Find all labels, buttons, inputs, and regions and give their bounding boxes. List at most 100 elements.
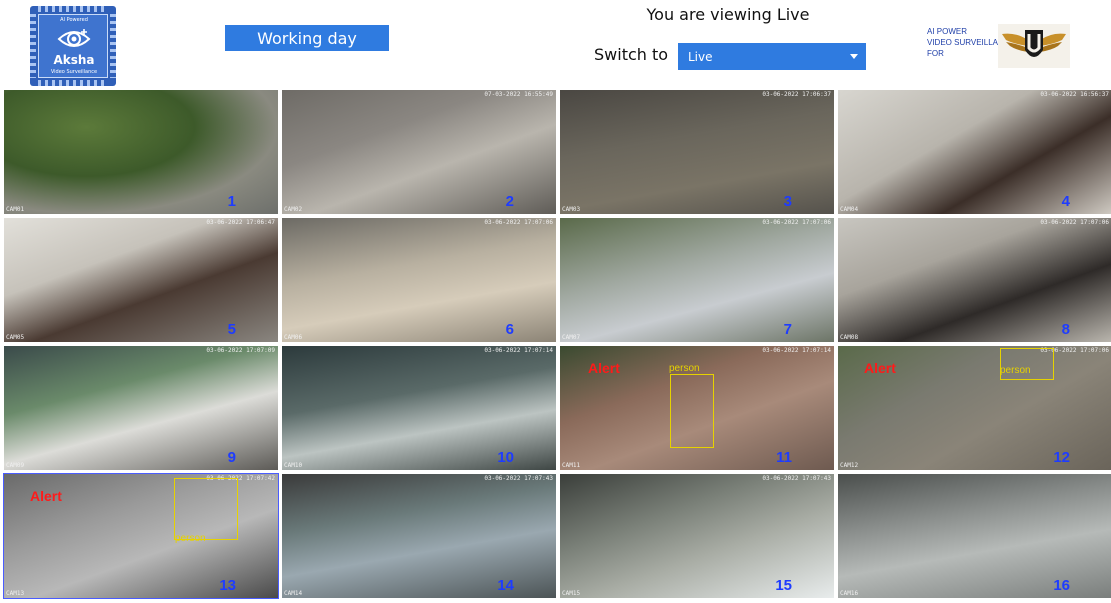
- camera-id-label: CAM14: [284, 590, 303, 597]
- detection-box: person: [174, 478, 238, 544]
- camera-id-label: CAM16: [840, 590, 859, 597]
- detection-label: person: [1000, 365, 1031, 376]
- camera-feed-image: [560, 90, 834, 214]
- camera-number: 15: [775, 577, 792, 594]
- camera-number: 16: [1053, 577, 1070, 594]
- detection-box: person: [669, 363, 714, 448]
- camera-tile[interactable]: 07-03-2022 16:55:49 CAM02 2: [281, 89, 557, 215]
- camera-grid: CAM01 1 07-03-2022 16:55:49 CAM02 2 03-06-202…: [3, 89, 1111, 601]
- camera-id-label: CAM13: [6, 590, 25, 597]
- logo-pins-right: [110, 14, 116, 78]
- camera-feed-image: [282, 474, 556, 598]
- camera-timestamp: 03-06-2022 17:07:14: [762, 347, 831, 354]
- chevron-down-icon: [850, 54, 858, 59]
- camera-tile[interactable]: CAM16 16: [837, 473, 1111, 599]
- camera-number: 1: [227, 193, 236, 210]
- camera-tile[interactable]: 03-06-2022 16:56:37 CAM04 4: [837, 89, 1111, 215]
- working-day-button[interactable]: Working day: [225, 25, 389, 51]
- camera-tile[interactable]: 03-06-2022 17:07:14 CAM10 10: [281, 345, 557, 471]
- camera-feed-image: [282, 346, 556, 470]
- camera-id-label: CAM08: [840, 334, 859, 341]
- logo-pins-left: [30, 14, 36, 78]
- camera-timestamp: 03-06-2022 17:07:06: [1040, 219, 1109, 226]
- camera-timestamp: 03-06-2022 17:07:14: [484, 347, 553, 354]
- camera-feed-image: [560, 218, 834, 342]
- camera-tile[interactable]: 03-06-2022 17:07:42 CAM13 13 Alert person: [3, 473, 279, 599]
- camera-id-label: CAM09: [6, 462, 25, 469]
- camera-tile[interactable]: 03-06-2022 17:06:47 CAM05 5: [3, 217, 279, 343]
- alert-label: Alert: [30, 488, 62, 504]
- top-header: AI Powered Aksha Video Surveillance Work…: [0, 0, 1111, 89]
- camera-tile[interactable]: CAM01 1: [3, 89, 279, 215]
- logo-chip: AI Powered Aksha Video Surveillance: [38, 14, 108, 78]
- logo-pins-top: [38, 6, 108, 12]
- camera-tile[interactable]: 03-06-2022 17:07:06 CAM08 8: [837, 217, 1111, 343]
- detection-box: person: [1000, 348, 1054, 380]
- alert-label: Alert: [864, 360, 896, 376]
- camera-tile[interactable]: 03-06-2022 17:07:14 CAM11 11 Alert person: [559, 345, 835, 471]
- eye-icon: [57, 29, 91, 47]
- camera-feed-image: [282, 90, 556, 214]
- winged-shield-logo: [998, 24, 1070, 68]
- camera-number: 13: [219, 577, 236, 594]
- camera-id-label: CAM11: [562, 462, 581, 469]
- camera-id-label: CAM10: [284, 462, 303, 469]
- camera-number: 10: [497, 449, 514, 466]
- camera-timestamp: 03-06-2022 17:07:09: [206, 347, 275, 354]
- camera-timestamp: 03-06-2022 17:07:06: [762, 219, 831, 226]
- logo-tag: AI Powered: [60, 17, 88, 23]
- camera-tile[interactable]: 03-06-2022 17:07:43 CAM14 14: [281, 473, 557, 599]
- camera-tile[interactable]: 03-06-2022 17:06:37 CAM03 3: [559, 89, 835, 215]
- camera-number: 7: [783, 321, 792, 338]
- camera-feed-image: [838, 474, 1111, 598]
- camera-feed-image: [4, 218, 278, 342]
- camera-feed-image: [838, 90, 1111, 214]
- camera-timestamp: 07-03-2022 16:55:49: [484, 91, 553, 98]
- camera-number: 4: [1061, 193, 1070, 210]
- camera-number: 2: [505, 193, 514, 210]
- camera-number: 11: [776, 449, 792, 466]
- aksha-logo: AI Powered Aksha Video Surveillance: [30, 6, 116, 86]
- camera-timestamp: 03-06-2022 17:07:43: [484, 475, 553, 482]
- camera-feed-image: [4, 90, 278, 214]
- switch-to-label: Switch to: [594, 45, 669, 64]
- camera-feed-image: [560, 474, 834, 598]
- logo-pins-bottom: [38, 80, 108, 86]
- camera-id-label: CAM05: [6, 334, 25, 341]
- alert-label: Alert: [588, 360, 620, 376]
- camera-id-label: CAM06: [284, 334, 303, 341]
- camera-id-label: CAM01: [6, 206, 25, 213]
- camera-id-label: CAM12: [840, 462, 859, 469]
- camera-timestamp: 03-06-2022 17:07:43: [762, 475, 831, 482]
- winged-shield-icon: [1002, 30, 1066, 57]
- camera-feed-image: [4, 346, 278, 470]
- camera-number: 3: [783, 193, 792, 210]
- camera-timestamp: 03-06-2022 17:07:06: [484, 219, 553, 226]
- camera-number: 6: [505, 321, 514, 338]
- camera-number: 14: [497, 577, 514, 594]
- camera-number: 8: [1061, 321, 1070, 338]
- logo-name: Aksha: [53, 53, 95, 67]
- camera-tile[interactable]: 03-06-2022 17:07:06 CAM06 6: [281, 217, 557, 343]
- viewing-status-text: You are viewing Live: [646, 5, 810, 24]
- camera-number: 5: [227, 321, 236, 338]
- view-mode-selected-value: Live: [688, 49, 713, 64]
- camera-id-label: CAM02: [284, 206, 303, 213]
- detection-label: person: [669, 363, 700, 374]
- camera-timestamp: 03-06-2022 16:56:37: [1040, 91, 1109, 98]
- camera-tile[interactable]: 03-06-2022 17:07:43 CAM15 15: [559, 473, 835, 599]
- camera-id-label: CAM04: [840, 206, 859, 213]
- camera-number: 12: [1053, 449, 1070, 466]
- camera-feed-image: [282, 218, 556, 342]
- camera-id-label: CAM07: [562, 334, 581, 341]
- view-mode-select[interactable]: Live: [678, 43, 866, 70]
- camera-timestamp: 03-06-2022 17:06:47: [206, 219, 275, 226]
- camera-id-label: CAM03: [562, 206, 581, 213]
- camera-number: 9: [227, 449, 236, 466]
- camera-tile[interactable]: 03-06-2022 17:07:06 CAM07 7: [559, 217, 835, 343]
- camera-timestamp: 03-06-2022 17:06:37: [762, 91, 831, 98]
- camera-id-label: CAM15: [562, 590, 581, 597]
- camera-tile[interactable]: 03-06-2022 17:07:09 CAM09 9: [3, 345, 279, 471]
- camera-tile[interactable]: 03-06-2022 17:07:06 CAM12 12 Alert person: [837, 345, 1111, 471]
- logo-subtitle: Video Surveillance: [50, 69, 98, 75]
